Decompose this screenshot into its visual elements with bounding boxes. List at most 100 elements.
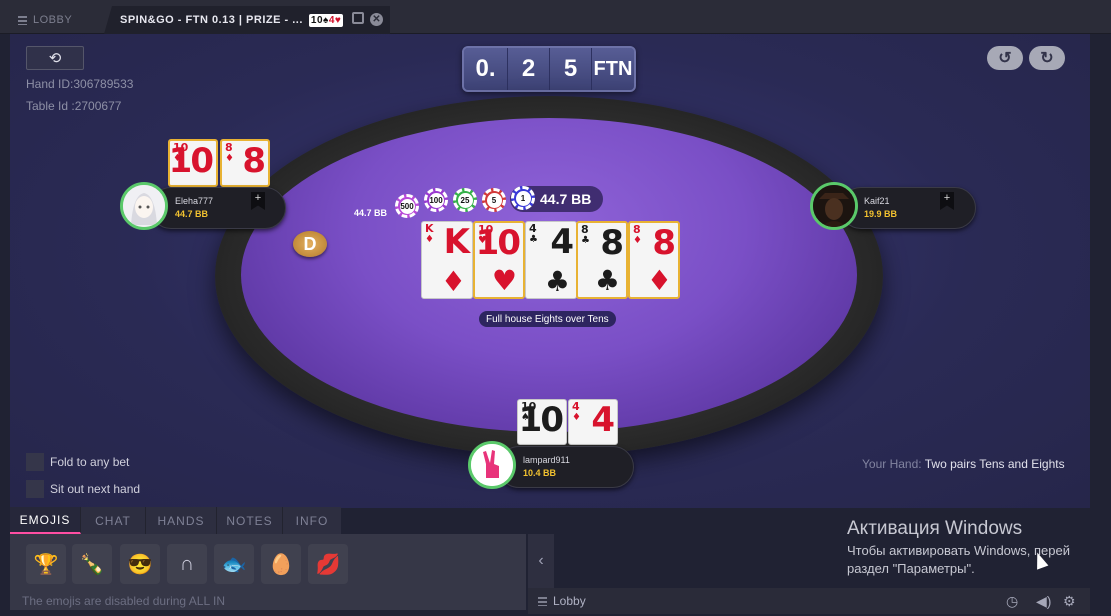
anime-girl-avatar-icon xyxy=(123,185,165,227)
board-card-4: 8 ♣ 8 ♣ xyxy=(576,221,628,299)
rotate-right-icon: ↻ xyxy=(1040,50,1054,67)
card-suit-small: ♣ xyxy=(581,235,590,246)
lobby-icon xyxy=(18,15,27,25)
pot-side-amount: 44.7 BB xyxy=(354,208,388,218)
player-avatar-right[interactable] xyxy=(810,182,858,230)
egg-icon[interactable]: 🥚 xyxy=(261,544,301,584)
chip-label: 500 xyxy=(399,198,415,214)
settings-gear-icon[interactable]: ⚙ xyxy=(1063,593,1076,610)
tab-game[interactable]: SPIN&GO - FTN 0.13 | PRIZE - ... 10 ♠ 4 … xyxy=(104,6,390,34)
history-icon: ⟲ xyxy=(48,50,62,67)
lobby-icon xyxy=(538,596,547,606)
left-player-card-1: 10 ♦ 10 xyxy=(168,139,218,187)
player-name-right: Kaif21 xyxy=(864,196,890,206)
player-name-hero: lampard911 xyxy=(523,455,570,465)
hand-history-button[interactable]: ⟲ xyxy=(26,46,84,70)
prize-display: 0. 2 5 FTN xyxy=(462,46,636,92)
player-pod-right[interactable] xyxy=(840,187,976,229)
player-name-left: Eleha777 xyxy=(175,196,214,206)
tab-bar: LOBBY SPIN&GO - FTN 0.13 | PRIZE - ... 1… xyxy=(0,0,1111,34)
tab-chat[interactable]: CHAT xyxy=(81,507,146,534)
mini-card-suit-2: ♥ xyxy=(334,14,342,26)
your-hand-label: Your Hand: xyxy=(862,457,922,471)
your-hand-value: Two pairs Tens and Eights xyxy=(924,457,1065,471)
fold-any-checkbox[interactable] xyxy=(26,453,44,471)
bottom-tabs: EMOJIS CHAT HANDS NOTES INFO xyxy=(10,507,341,534)
board-card-2: 10 ♥ 10 ♥ xyxy=(473,221,525,299)
close-tab-icon[interactable]: ✕ xyxy=(370,13,383,26)
sit-out-option[interactable]: Sit out next hand xyxy=(26,480,140,498)
card-rank-big: 10 xyxy=(518,400,564,440)
horseshoe-icon[interactable]: ∩ xyxy=(167,544,207,584)
sit-out-checkbox[interactable] xyxy=(26,480,44,498)
fold-any-option[interactable]: Fold to any bet xyxy=(26,453,129,471)
card-rank-big: K xyxy=(443,222,470,262)
hero-card-2: 4 ♦ 4 xyxy=(568,399,618,445)
chip-100: 100 xyxy=(424,188,448,212)
chip-25: 25 xyxy=(453,188,477,212)
card-rank-big: 8 xyxy=(652,223,676,263)
sit-out-label: Sit out next hand xyxy=(50,482,141,496)
tab-emojis[interactable]: EMOJIS xyxy=(10,507,81,534)
player-avatar-hero[interactable] xyxy=(468,441,516,489)
status-bar: Lobby ◷ ◀) ⚙ xyxy=(528,588,1090,614)
card-rank-big: 10 xyxy=(475,223,521,263)
bottle-icon[interactable]: 🍾 xyxy=(72,544,112,584)
table-id: Table Id :2700677 xyxy=(26,99,122,113)
chip-500: 500 xyxy=(395,194,419,218)
tab-lobby-label: LOBBY xyxy=(33,14,73,26)
card-suit-big: ♣ xyxy=(544,265,570,298)
prize-unit: FTN xyxy=(592,48,634,90)
hero-card-1: 10 ♠ 10 xyxy=(517,399,567,445)
fish-icon[interactable]: 🐟 xyxy=(214,544,254,584)
fold-any-label: Fold to any bet xyxy=(50,455,130,469)
tab-mini-cards: 10 ♠ 4 ♥ xyxy=(308,13,344,27)
card-suit-small: ♦ xyxy=(633,235,642,246)
hand-id: Hand ID:306789533 xyxy=(26,77,134,91)
card-suit-small: ♦ xyxy=(425,234,434,245)
card-suit-big: ♣ xyxy=(594,264,620,297)
player-pod-hero[interactable] xyxy=(498,446,634,488)
board-card-5: 8 ♦ 8 ♦ xyxy=(628,221,680,299)
board-card-1: K ♦ K ♦ xyxy=(421,221,473,299)
chevron-left-icon: ‹ xyxy=(538,552,544,569)
card-rank-big: 4 xyxy=(550,222,574,262)
tab-game-label: SPIN&GO - FTN 0.13 | PRIZE - ... xyxy=(120,14,303,26)
card-rank-big: 10 xyxy=(168,141,214,181)
chip-label: 25 xyxy=(457,192,473,208)
card-rank-small: 4 xyxy=(529,222,537,235)
status-lobby-label: Lobby xyxy=(553,594,586,608)
detach-window-icon[interactable] xyxy=(352,12,364,24)
tab-info[interactable]: INFO xyxy=(283,507,341,534)
card-rank-small: 4 xyxy=(572,400,580,413)
board-card-3: 4 ♣ 4 ♣ xyxy=(525,221,577,299)
history-clock-icon[interactable]: ◷ xyxy=(1006,593,1018,610)
tab-lobby[interactable]: LOBBY xyxy=(8,6,100,34)
collapse-panel-button[interactable]: ‹ xyxy=(528,534,554,588)
board-hand-description: Full house Eights over Tens xyxy=(479,311,616,327)
kiss-icon[interactable]: 💋 xyxy=(308,544,348,584)
card-suit-big: ♦ xyxy=(440,265,466,298)
player-stack-hero: 10.4 BB xyxy=(523,468,557,478)
player-pod-left[interactable] xyxy=(150,187,286,229)
card-rank-big: 4 xyxy=(591,400,615,440)
rotate-left-button[interactable]: ↺ xyxy=(987,46,1023,70)
chip-5: 5 xyxy=(482,188,506,212)
player-avatar-left[interactable] xyxy=(120,182,168,230)
tab-notes[interactable]: NOTES xyxy=(217,507,283,534)
sunglasses-icon[interactable]: 😎 xyxy=(120,544,160,584)
card-suit-small: ♣ xyxy=(529,234,538,245)
sound-icon[interactable]: ◀) xyxy=(1036,593,1051,610)
card-rank-small: 8 xyxy=(225,141,233,154)
chip-label: 100 xyxy=(428,192,444,208)
rotate-right-button[interactable]: ↻ xyxy=(1029,46,1065,70)
status-lobby-link[interactable]: Lobby xyxy=(538,594,586,608)
card-rank-small: 8 xyxy=(633,223,641,236)
oscar-icon[interactable]: 🏆 xyxy=(26,544,66,584)
your-hand-info: Your Hand: Two pairs Tens and Eights xyxy=(862,457,1065,471)
tab-hands[interactable]: HANDS xyxy=(146,507,217,534)
card-suit-big: ♦ xyxy=(646,264,672,297)
hooded-figure-avatar-icon xyxy=(813,185,855,227)
mini-card-rank-1: 10 xyxy=(310,14,324,26)
card-rank-small: 8 xyxy=(581,223,589,236)
